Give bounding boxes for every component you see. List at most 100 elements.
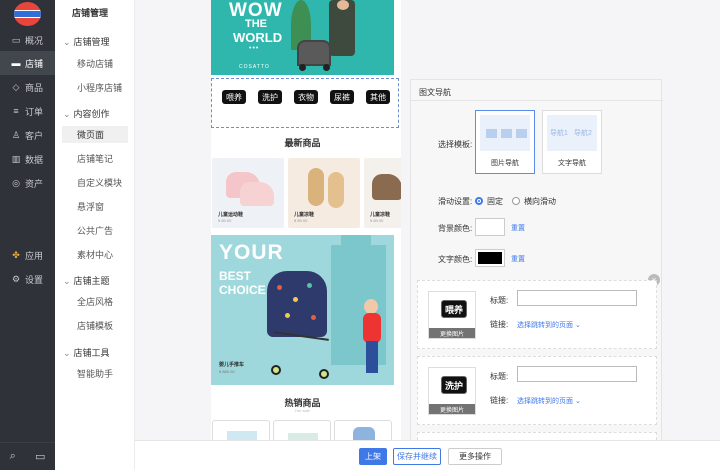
page-preview[interactable]: WOW THE WORLD ••• COSATTO 喂养 洗护 衣物 尿裤 其他… [211, 0, 401, 470]
secondary-menu: 店铺管理 ⌄ 店铺管理 移动店铺 小程序店铺 ⌄ 内容创作 微页面 店铺笔记 自定义… [55, 0, 135, 470]
chevron-down-icon: ⌄ [574, 398, 581, 405]
child-head [364, 299, 378, 314]
menu-item-custom-module[interactable]: 自定义模块 [62, 174, 128, 191]
radio-horizontal[interactable] [512, 197, 520, 205]
app-logo[interactable] [14, 2, 41, 26]
banner-headline-the: THE [245, 18, 267, 30]
menu-group-store[interactable]: ⌄ 店铺管理 [63, 35, 110, 48]
radio-fixed-label[interactable]: 固定 [487, 196, 503, 207]
rail-item-goods[interactable]: ◇ 商品 [0, 75, 55, 99]
link-selector[interactable]: 选择跳转到的页面 ⌄ [517, 320, 581, 330]
rail-item-apps[interactable]: ✤ 应用 [0, 243, 55, 267]
gear-icon: ⚙ [11, 273, 21, 284]
text-color-fill [478, 252, 502, 264]
bg-color-label: 背景颜色: [438, 224, 473, 233]
menu-item-mobile-store[interactable]: 移动店铺 [62, 55, 128, 72]
nav-pill-feeding[interactable]: 喂养 [222, 90, 246, 104]
scroll-label: 滑动设置: [438, 197, 473, 206]
rail-bottom-tools: ⌕ ▭ [0, 442, 55, 470]
template-label: 选择模板: [438, 140, 473, 149]
monitor-icon: ▭ [11, 34, 21, 45]
radio-horizontal-label[interactable]: 横向滑动 [524, 196, 556, 207]
menu-item-public-ads[interactable]: 公共广告 [62, 222, 128, 239]
product-card[interactable]: 儿童凉鞋 ¥ 89.00 [364, 158, 401, 228]
pattern-dot [311, 315, 316, 320]
apps-icon: ✤ [12, 249, 20, 260]
caret-down-icon: ⌄ [63, 109, 71, 119]
rail-item-store[interactable]: ▬ 店铺 [0, 51, 55, 75]
stroller-graphic [297, 40, 331, 66]
product-image [240, 182, 274, 206]
link-selector[interactable]: 选择跳转到的页面 ⌄ [517, 396, 581, 406]
promo-banner[interactable]: YOUR BEST CHOICE 婴儿手推车 ¥ 880.00 [211, 235, 394, 385]
nav-item-image[interactable]: 喂养 更换图片 [428, 291, 476, 339]
change-image-button[interactable]: 更换图片 [429, 404, 475, 414]
caret-down-icon: ⌄ [63, 37, 71, 47]
chart-icon: ▥ [11, 153, 21, 164]
menu-group-tools[interactable]: ⌄ 店铺工具 [63, 346, 110, 359]
product-card[interactable]: 儿童凉鞋 ¥ 89.00 [288, 158, 360, 228]
image-nav-module[interactable]: 喂养 洗护 衣物 尿裤 其他 [211, 78, 399, 128]
banner-headline-world: WORLD [233, 30, 283, 45]
menu-item-store-style[interactable]: 全店风格 [62, 293, 128, 310]
section-title-new: 最新商品 [284, 138, 321, 148]
menu-item-smart-assistant[interactable]: 智能助手 [62, 365, 128, 382]
bottom-action-bar: 上架 保存并继续 更多操作 [135, 440, 720, 470]
nav-pill-washing[interactable]: 洗护 [258, 90, 282, 104]
bg-color-swatch[interactable] [475, 218, 505, 236]
menu-item-store-template[interactable]: 店铺模板 [62, 317, 128, 334]
search-icon[interactable]: ⌕ [10, 450, 16, 463]
template-text-nav[interactable]: 导航1 导航2 文字导航 [542, 110, 602, 174]
rail-item-customers[interactable]: ♙ 客户 [0, 123, 55, 147]
model-head [337, 0, 349, 10]
rail-item-overview[interactable]: ▭ 概况 [0, 28, 55, 52]
menu-item-store-notes[interactable]: 店铺笔记 [62, 150, 128, 167]
chat-icon[interactable]: ▭ [35, 450, 45, 463]
template-image-nav[interactable]: 图片导航 [475, 110, 535, 174]
nav-pill-clothing[interactable]: 衣物 [294, 90, 318, 104]
menu-item-micro-page[interactable]: 微页面 [62, 126, 128, 143]
user-icon: ♙ [11, 129, 21, 140]
rail-item-data[interactable]: ▥ 数据 [0, 147, 55, 171]
text-color-swatch[interactable] [475, 249, 505, 267]
section-subtitle-hot: Hot sale [295, 408, 310, 413]
title-input[interactable] [517, 290, 637, 306]
menu-item-float-window[interactable]: 悬浮窗 [62, 198, 128, 215]
coin-icon: ◎ [12, 177, 20, 188]
stroller-graphic [267, 271, 327, 337]
store-icon: ▬ [11, 58, 21, 68]
stroller-wheel [319, 369, 329, 379]
pattern-dot [293, 297, 298, 302]
publish-button[interactable]: 上架 [359, 448, 387, 465]
text-color-reset[interactable]: 重置 [511, 254, 525, 264]
nav-item-image[interactable]: 洗护 更换图片 [428, 367, 476, 415]
radio-fixed[interactable] [475, 197, 483, 205]
pattern-dot [285, 313, 290, 318]
rail-item-settings[interactable]: ⚙ 设置 [0, 267, 55, 291]
product-card[interactable]: 儿童运动鞋 ¥ 89.00 [212, 158, 284, 228]
menu-item-miniapp-store[interactable]: 小程序店铺 [62, 79, 128, 96]
promo-headline-best: BEST [219, 269, 252, 283]
image-icon [501, 129, 512, 138]
module-settings-panel: 图文导航 选择模板: 图片导航 导航1 导航2 文字导航 滑动设置: 固定 横向… [410, 79, 663, 470]
menu-item-material-center[interactable]: 素材中心 [62, 246, 128, 263]
nav-pill-diapers[interactable]: 尿裤 [330, 90, 354, 104]
change-image-button[interactable]: 更换图片 [429, 328, 475, 338]
text-color-label: 文字颜色: [438, 255, 473, 264]
product-image [308, 168, 324, 206]
nav-item-card: 洗护 更换图片 标题: 链接: 选择跳转到的页面 ⌄ [417, 356, 657, 425]
title-input[interactable] [517, 366, 637, 382]
stroller-wheel [299, 64, 306, 71]
menu-group-content[interactable]: ⌄ 内容创作 [63, 107, 110, 120]
save-continue-button[interactable]: 保存并继续 [393, 448, 441, 465]
rail-item-orders[interactable]: ≡ 订单 [0, 99, 55, 123]
panel-title: 图文导航 [419, 88, 451, 97]
bg-color-reset[interactable]: 重置 [511, 223, 525, 233]
menu-group-theme[interactable]: ⌄ 店铺主题 [63, 274, 110, 287]
promo-headline: YOUR [219, 241, 284, 264]
more-actions-button[interactable]: 更多操作 [448, 448, 502, 465]
image-icon [486, 129, 497, 138]
rail-item-assets[interactable]: ◎ 资产 [0, 171, 55, 195]
hero-banner[interactable]: WOW THE WORLD ••• COSATTO [211, 0, 394, 75]
nav-pill-other[interactable]: 其他 [366, 90, 390, 104]
